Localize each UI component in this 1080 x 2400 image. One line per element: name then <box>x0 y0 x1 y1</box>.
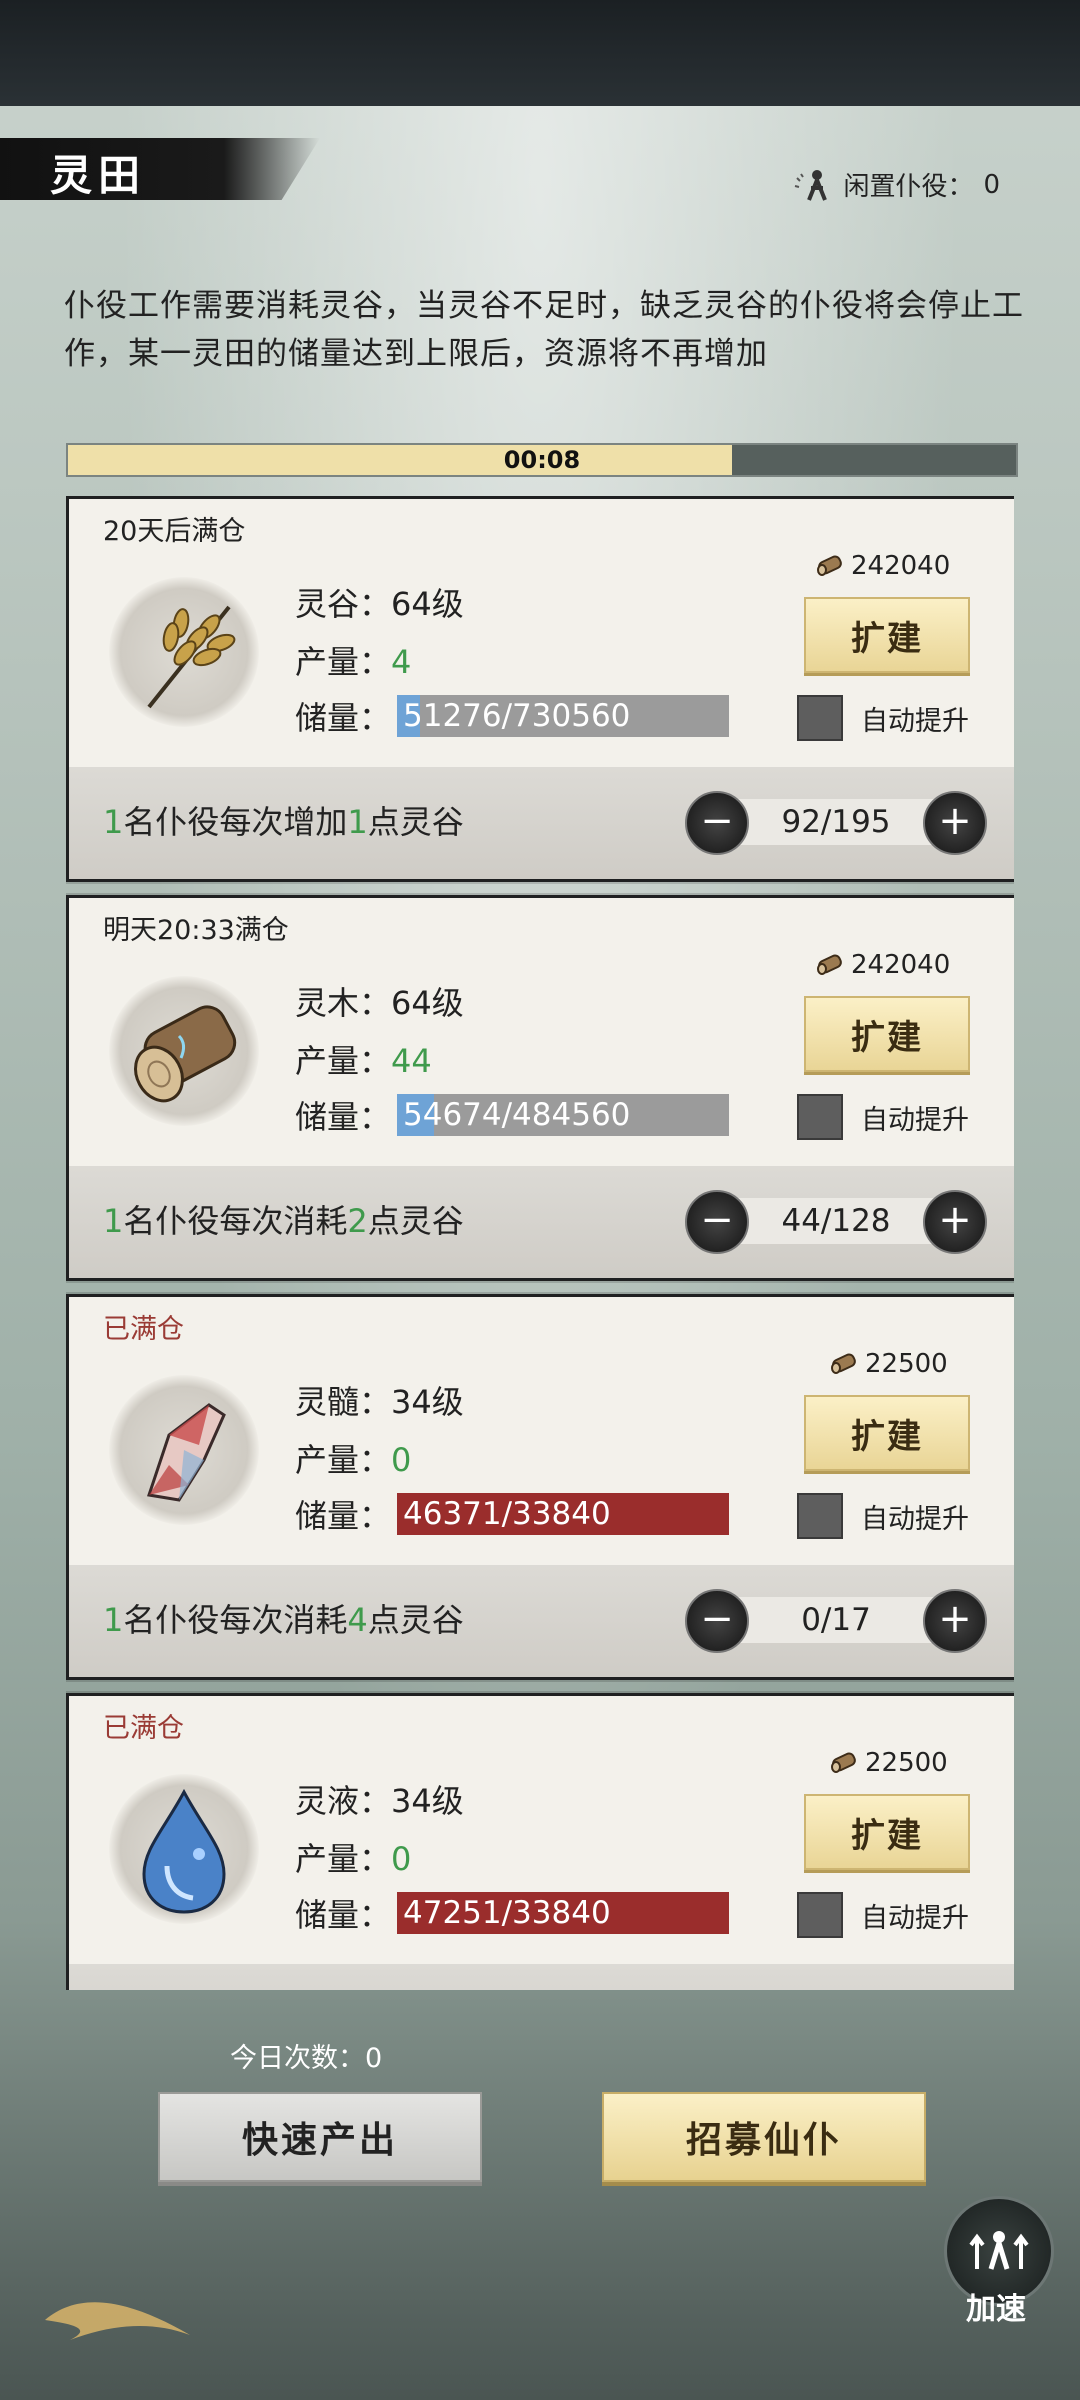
expand-button[interactable]: 扩建 <box>804 996 970 1072</box>
worker-count: 92/195 <box>781 804 891 840</box>
field-card-grain: 20天后满仓 灵谷：64级 产量：4 储量： 51276/730560 2420… <box>66 496 1014 882</box>
storage-label: 储量： <box>295 1896 392 1934</box>
storage-value: 46371/33840 <box>403 1496 611 1532</box>
auto-upgrade[interactable]: 自动提升 <box>797 1892 969 1938</box>
wood-cost-icon <box>817 954 842 975</box>
storage-label: 储量： <box>295 1497 392 1535</box>
worker-rule: 1名仆役每次增加1点灵谷 <box>103 803 464 841</box>
auto-upgrade[interactable]: 自动提升 <box>797 1493 969 1539</box>
auto-upgrade-checkbox[interactable] <box>797 1493 843 1539</box>
output-line: 产量：44 <box>295 1042 432 1080</box>
wood-icon <box>109 976 259 1126</box>
storage-value: 47251/33840 <box>403 1895 611 1931</box>
storage-bar: 51276/730560 <box>397 695 729 737</box>
output-value: 0 <box>391 1441 412 1479</box>
worker-stepper[interactable]: − 0/17 + <box>685 1589 987 1653</box>
storage-label: 储量： <box>295 699 392 737</box>
field-card-crystal: 已满仓 灵髓：34级 产量：0 储量： 46371/33840 22500 扩建… <box>66 1294 1014 1680</box>
output-value: 4 <box>391 643 412 681</box>
output-line: 产量：4 <box>295 643 412 681</box>
worker-stepper[interactable]: − 44/128 + <box>685 1190 987 1254</box>
idle-servants: 闲置仆役： 0 <box>793 166 1000 203</box>
upgrade-cost: 242040 <box>815 551 950 581</box>
timer-bar: 00:08 <box>66 443 1018 477</box>
expand-button[interactable]: 扩建 <box>804 1794 970 1870</box>
speed-up-label: 加速 <box>966 2292 1026 2327</box>
wheat-icon <box>109 577 259 727</box>
field-card-liquid: 已满仓 灵液：34级 产量：0 储量： 47251/33840 22500 扩建… <box>66 1693 1014 1990</box>
storage-bar: 54674/484560 <box>397 1094 729 1136</box>
card-footer: 1名仆役每次消耗4点灵谷 − 0/17 + <box>69 1565 1014 1677</box>
field-card-wood: 明天20:33满仓 灵木：64级 产量：44 储量： 54674/484560 … <box>66 895 1014 1281</box>
storage-value: 54674/484560 <box>403 1097 631 1133</box>
card-footer <box>69 1964 1014 1990</box>
auto-upgrade-checkbox[interactable] <box>797 1892 843 1938</box>
expand-button[interactable]: 扩建 <box>804 597 970 673</box>
status-bar <box>0 0 1080 106</box>
water-drop-icon <box>109 1774 259 1924</box>
auto-upgrade-checkbox[interactable] <box>797 1094 843 1140</box>
quick-output-button[interactable]: 快速产出 <box>158 2092 482 2182</box>
page-title: 灵田 <box>50 151 147 200</box>
idle-label: 闲置仆役： <box>843 172 974 202</box>
wood-cost-icon <box>831 1353 856 1374</box>
card-footer: 1名仆役每次消耗2点灵谷 − 44/128 + <box>69 1166 1014 1278</box>
storage-bar: 46371/33840 <box>397 1493 729 1535</box>
worker-count: 0/17 <box>801 1602 871 1638</box>
resource-level: 灵液：34级 <box>295 1782 464 1820</box>
card-status: 已满仓 <box>103 1314 184 1345</box>
auto-upgrade[interactable]: 自动提升 <box>797 695 969 741</box>
output-value: 0 <box>391 1840 412 1878</box>
storage-label: 储量： <box>295 1098 392 1136</box>
storage-bar: 47251/33840 <box>397 1892 729 1934</box>
worker-count: 44/128 <box>781 1203 891 1239</box>
card-status: 明天20:33满仓 <box>103 915 289 946</box>
plus-button[interactable]: + <box>923 1190 987 1254</box>
storage-value: 51276/730560 <box>403 698 631 734</box>
wood-cost-icon <box>817 555 842 576</box>
auto-upgrade[interactable]: 自动提升 <box>797 1094 969 1140</box>
output-value: 44 <box>391 1042 432 1080</box>
minus-button[interactable]: − <box>685 1589 749 1653</box>
worker-stepper[interactable]: − 92/195 + <box>685 791 987 855</box>
plus-button[interactable]: + <box>923 791 987 855</box>
crystal-icon <box>109 1375 259 1525</box>
card-footer: 1名仆役每次增加1点灵谷 − 92/195 + <box>69 767 1014 879</box>
field-list[interactable]: 20天后满仓 灵谷：64级 产量：4 储量： 51276/730560 2420… <box>66 496 1014 1990</box>
auto-upgrade-checkbox[interactable] <box>797 695 843 741</box>
brush-decoration-icon <box>45 2302 190 2340</box>
description-text: 仆役工作需要消耗灵谷，当灵谷不足时，缺乏灵谷的仆役将会停止工作，某一灵田的储量达… <box>64 288 1024 372</box>
today-count: 今日次数：0 <box>230 2043 383 2074</box>
timer-text: 00:08 <box>503 446 581 474</box>
upgrade-cost: 22500 <box>829 1748 948 1778</box>
worker-rule: 1名仆役每次消耗2点灵谷 <box>103 1202 464 1240</box>
recruit-button[interactable]: 招募仙仆 <box>602 2092 926 2182</box>
resource-level: 灵木：64级 <box>295 984 464 1022</box>
expand-button[interactable]: 扩建 <box>804 1395 970 1471</box>
resource-level: 灵谷：64级 <box>295 585 464 623</box>
plus-button[interactable]: + <box>923 1589 987 1653</box>
output-line: 产量：0 <box>295 1840 412 1878</box>
servant-icon <box>795 169 828 201</box>
card-status: 已满仓 <box>103 1713 184 1744</box>
worker-rule: 1名仆役每次消耗4点灵谷 <box>103 1601 464 1639</box>
title-banner <box>0 138 320 200</box>
output-line: 产量：0 <box>295 1441 412 1479</box>
resource-level: 灵髓：34级 <box>295 1383 464 1421</box>
upgrade-cost: 22500 <box>829 1349 948 1379</box>
idle-count: 0 <box>983 169 1000 200</box>
minus-button[interactable]: − <box>685 1190 749 1254</box>
card-status: 20天后满仓 <box>103 516 246 547</box>
wood-cost-icon <box>831 1752 856 1773</box>
minus-button[interactable]: − <box>685 791 749 855</box>
upgrade-cost: 242040 <box>815 950 950 980</box>
